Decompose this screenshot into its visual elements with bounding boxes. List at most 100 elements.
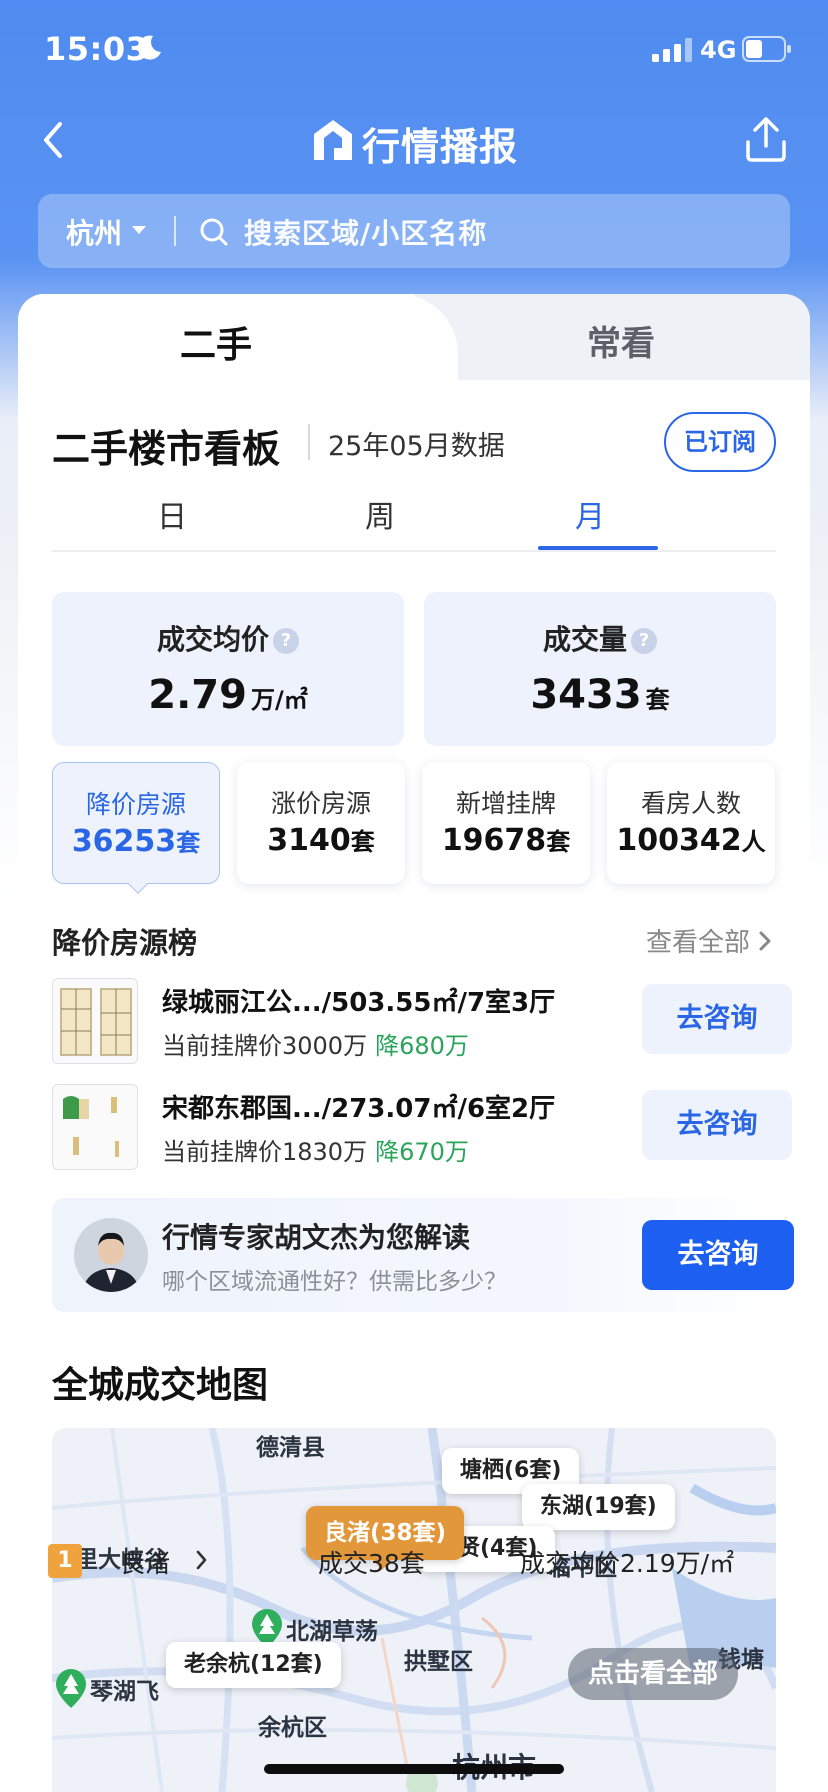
stat-value: 19678套	[422, 822, 590, 858]
stat-unit: 套	[176, 829, 201, 857]
period-tab-week[interactable]: 周	[320, 492, 440, 536]
page-title: 行情播报	[362, 125, 519, 169]
period-tab-indicator	[538, 546, 658, 550]
nav-bar: 行情播报	[0, 100, 828, 190]
chevron-right-icon[interactable]	[196, 1550, 208, 1570]
title-divider	[308, 424, 310, 460]
listing-price-text: 当前挂牌价3000万	[162, 1032, 368, 1060]
listing-price: 当前挂牌价1830万 降670万	[162, 1132, 469, 1167]
see-all-link[interactable]: 查看全部	[646, 922, 750, 959]
consult-button[interactable]: 去咨询	[642, 1090, 792, 1160]
moon-icon	[137, 35, 161, 60]
map-pin[interactable]: 东湖(19套)	[522, 1484, 675, 1530]
volume-card[interactable]: 成交量? 3433 套	[424, 592, 776, 746]
stat-new-listings[interactable]: 新增挂牌 19678套	[422, 762, 590, 884]
volume-label: 成交量?	[424, 618, 776, 658]
avg-price-value: 2.79 万/㎡	[52, 672, 404, 718]
floorplan-image	[52, 978, 138, 1064]
listing-name: 宋都东郡国.../273.07㎡/6室2厅	[162, 1094, 556, 1124]
map-see-all-button[interactable]: 点击看全部	[568, 1648, 738, 1700]
map-place-label: 拱墅区	[404, 1649, 473, 1675]
stat-value: 100342人	[607, 822, 775, 858]
avg-price-unit: 万/㎡	[250, 686, 308, 714]
expert-subtitle: 哪个区域流通性好？供需比多少？	[162, 1269, 507, 1295]
period-tabs: 日 周 月	[52, 484, 776, 552]
volume-value: 3433 套	[424, 672, 776, 718]
stat-value: 3140套	[237, 822, 405, 858]
map-place-label: 琴湖飞	[90, 1679, 159, 1705]
floorplan-drawing	[60, 988, 132, 1056]
city-selector[interactable]: 杭州	[66, 212, 122, 252]
stat-number: 100342	[616, 823, 742, 858]
network-type: 4G	[700, 36, 737, 64]
stat-unit: 套	[350, 828, 375, 856]
park-icon	[56, 1669, 86, 1708]
map-place-label: 德清县	[256, 1435, 325, 1461]
subscribe-button[interactable]: 已订阅	[664, 412, 776, 472]
signal-icon	[652, 38, 692, 62]
map-pin[interactable]: 老余杭(12套)	[166, 1642, 341, 1688]
battery-icon	[742, 36, 791, 62]
rank-number: 1	[48, 1544, 82, 1578]
avg-price-card[interactable]: 成交均价? 2.79 万/㎡	[52, 592, 404, 746]
help-icon[interactable]: ?	[631, 628, 657, 654]
board-title: 二手楼市看板	[52, 427, 281, 471]
caret-down-icon[interactable]	[132, 226, 146, 234]
stat-unit: 套	[546, 828, 571, 856]
listing-name: 绿城丽江公.../503.55㎡/7室3厅	[162, 988, 556, 1018]
avatar-portrait	[74, 1218, 148, 1292]
board-date: 25年05月数据	[328, 431, 505, 462]
status-bar: 15:03 4G	[0, 0, 828, 100]
home-indicator[interactable]	[264, 1764, 564, 1774]
stat-viewers[interactable]: 看房人数 100342人	[607, 762, 775, 884]
avatar	[74, 1218, 148, 1292]
volume-unit: 套	[645, 686, 670, 714]
volume-label-text: 成交量	[542, 623, 627, 656]
stat-unit: 人	[741, 828, 766, 856]
map-place-label: 余杭区	[258, 1715, 327, 1741]
deal-map[interactable]: 德清县 空里大峡谷 北湖草荡 临平区 拱墅区 钱塘 琴湖飞 余杭区 杭州市 塘栖…	[52, 1428, 776, 1792]
expert-consult-button[interactable]: 去咨询	[642, 1220, 794, 1290]
list-item[interactable]: 绿城丽江公.../503.55㎡/7室3厅 当前挂牌价3000万 降680万 去咨…	[52, 978, 792, 1068]
stat-number: 36253	[71, 824, 177, 859]
price-drop: 降670万	[375, 1138, 469, 1166]
expert-title: 行情专家胡文杰为您解读	[162, 1221, 471, 1254]
search-bar[interactable]: 杭州 搜索区域/小区名称	[38, 194, 790, 268]
tab-second-hand[interactable]: 二手	[18, 316, 414, 368]
listing-price-text: 当前挂牌价1830万	[162, 1138, 368, 1166]
stat-label: 新增挂牌	[455, 789, 556, 818]
logo-icon	[314, 120, 352, 160]
list-item[interactable]: 宋都东郡国.../273.07㎡/6室2厅 当前挂牌价1830万 降670万 去咨…	[52, 1084, 792, 1174]
stat-value: 36253套	[53, 823, 219, 859]
stat-price-rise[interactable]: 涨价房源 3140套	[237, 762, 405, 884]
tab-frequent[interactable]: 常看	[432, 316, 810, 365]
chevron-right-icon[interactable]	[758, 930, 772, 952]
period-tab-day[interactable]: 日	[112, 492, 232, 536]
area-deals: 成交38套	[318, 1549, 425, 1578]
map-place-label: 北湖草荡	[286, 1619, 378, 1645]
ranking-title: 降价房源榜	[52, 926, 198, 960]
stat-label: 降价房源	[85, 790, 186, 819]
area-avg-price: 成交均价2.19万/㎡	[520, 1549, 735, 1578]
listing-price: 当前挂牌价3000万 降680万	[162, 1026, 469, 1061]
period-tab-month[interactable]: 月	[530, 492, 650, 536]
expert-banner[interactable]: 行情专家胡文杰为您解读 哪个区域流通性好？供需比多少？ 去咨询	[52, 1198, 794, 1312]
share-icon[interactable]	[742, 114, 790, 164]
avg-price-label-text: 成交均价	[156, 623, 269, 656]
status-time: 15:03	[44, 30, 149, 68]
selected-pointer	[128, 874, 148, 894]
area-link[interactable]: 良渚	[120, 1544, 170, 1580]
stat-number: 19678	[441, 823, 547, 858]
floorplan-drawing	[63, 1096, 119, 1157]
stat-label: 涨价房源	[270, 789, 371, 818]
help-icon[interactable]: ?	[273, 628, 299, 654]
map-title: 全城成交地图	[52, 1365, 269, 1406]
avg-price-number: 2.79	[148, 672, 247, 718]
avg-price-label: 成交均价?	[52, 618, 404, 658]
search-input[interactable]: 搜索区域/小区名称	[244, 212, 487, 252]
consult-button[interactable]: 去咨询	[642, 984, 792, 1054]
back-icon[interactable]	[36, 118, 70, 162]
stat-price-drop[interactable]: 降价房源 36253套	[52, 762, 220, 894]
search-icon	[200, 218, 228, 246]
volume-number: 3433	[530, 672, 642, 718]
